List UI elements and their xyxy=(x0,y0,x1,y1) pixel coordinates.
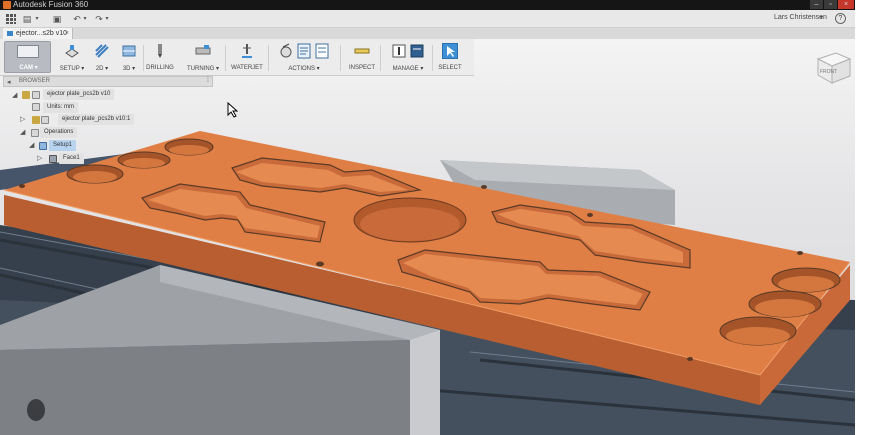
tree-node-component[interactable]: ejector plate_pcs2b v10:1 xyxy=(58,114,135,125)
component-icon xyxy=(41,116,49,124)
expand-setup-icon[interactable]: ◢ xyxy=(29,140,34,151)
graphics-viewport[interactable] xyxy=(0,39,855,435)
view-cube-front-label: FRONT xyxy=(820,69,837,75)
file-menu-icon[interactable]: ▤ xyxy=(22,14,32,24)
vise-jaw-front-side xyxy=(0,340,410,435)
drilling-button[interactable]: DRILLING xyxy=(146,43,174,75)
simulate-icon xyxy=(280,43,292,58)
vise-jaw-front-end xyxy=(410,330,440,435)
close-tab-icon[interactable]: × xyxy=(65,28,69,39)
expand-operations-icon[interactable]: ◢ xyxy=(20,127,25,138)
save-icon[interactable]: ▣ xyxy=(52,14,62,24)
inspect-measure-icon xyxy=(354,48,370,54)
drilling-icon xyxy=(158,44,162,58)
document-tab[interactable]: ejector...s2b v10 × xyxy=(3,28,73,39)
browser-panel-header[interactable]: ◂ BROWSER ⁞ xyxy=(3,76,213,87)
document-node-icon xyxy=(32,91,40,99)
cam-toolbar: CAM ▾ SETUP ▾ 2D ▾ 3D ▾ DRILLING TURNING… xyxy=(0,39,474,76)
vise-bolt-hole xyxy=(27,399,45,421)
browser-pin-icon[interactable]: ⁞ xyxy=(207,77,209,84)
waterjet-icon xyxy=(242,44,252,58)
post-process-icon xyxy=(297,43,311,59)
2d-label: 2D xyxy=(95,66,104,72)
tree-node-units[interactable]: Units: mm xyxy=(43,102,78,113)
actions-button[interactable]: ACTIONS ▾ xyxy=(276,43,332,75)
inspect-button[interactable]: INSPECT xyxy=(349,43,375,75)
actions-icons xyxy=(276,43,332,59)
3d-label: 3D xyxy=(122,66,131,72)
tree-node-root[interactable]: ejector plate_pcs2b v10 xyxy=(43,89,115,100)
browser-title: BROWSER xyxy=(19,78,51,84)
units-icon xyxy=(32,103,40,111)
right-margin xyxy=(855,0,888,435)
document-tab-label: ejector...s2b v10 xyxy=(16,30,67,37)
waterjet-label: WATERJET xyxy=(231,65,263,71)
expand-root-icon[interactable]: ◢ xyxy=(12,90,17,101)
close-window-button[interactable]: × xyxy=(838,0,854,9)
title-bar: Autodesk Fusion 360 – ▫ × xyxy=(0,0,888,10)
window-title: Autodesk Fusion 360 xyxy=(13,0,89,9)
select-button[interactable]: SELECT xyxy=(438,43,462,75)
browser-collapse-icon[interactable]: ◂ xyxy=(7,78,11,86)
turning-icon xyxy=(195,45,211,55)
visibility-bulb-icon[interactable] xyxy=(22,91,30,99)
center-hole-inner xyxy=(360,207,460,241)
tree-node-setup[interactable]: Setup1 xyxy=(49,140,77,151)
redo-caret-icon[interactable]: ▾ xyxy=(102,14,112,24)
document-tab-bar: ejector...s2b v10 × xyxy=(0,28,855,39)
actions-label: ACTIONS xyxy=(288,66,315,72)
turning-label: TURNING xyxy=(186,66,215,72)
help-icon[interactable]: ? xyxy=(835,13,846,24)
expand-face-icon[interactable]: ▷ xyxy=(37,153,42,164)
tree-node-operations[interactable]: Operations xyxy=(40,127,78,138)
maximize-button[interactable]: ▫ xyxy=(824,0,837,9)
user-menu-caret-icon[interactable]: ▾ xyxy=(820,14,823,21)
file-menu-caret-icon[interactable]: ▾ xyxy=(32,14,42,24)
template-library-icon xyxy=(410,44,424,58)
quick-access-bar: ▤ ▾ ▣ ↶ ▾ ↷ ▾ Lars Christensen ▾ ? xyxy=(0,10,855,28)
waterjet-button[interactable]: WATERJET xyxy=(231,43,263,75)
tool-library-icon xyxy=(392,44,406,58)
expand-component-icon[interactable]: ▷ xyxy=(20,114,25,125)
setup-sheet-icon xyxy=(315,43,329,59)
component-visibility-icon[interactable] xyxy=(32,116,40,124)
operations-folder-icon xyxy=(31,129,39,137)
view-cube[interactable]: FRONT xyxy=(812,47,852,85)
undo-caret-icon[interactable]: ▾ xyxy=(80,14,90,24)
tree-node-face[interactable]: Face1 xyxy=(59,153,84,164)
cam-workspace-icon xyxy=(17,45,39,58)
3d-button[interactable]: 3D ▾ xyxy=(119,43,139,75)
select-arrow-icon xyxy=(442,43,458,59)
machining-scene xyxy=(0,131,855,435)
document-icon xyxy=(7,31,13,36)
workspace-switcher[interactable]: CAM ▾ xyxy=(4,41,51,73)
data-panel-grid-icon[interactable] xyxy=(6,14,16,24)
setup-icon xyxy=(65,45,79,58)
3d-milling-icon xyxy=(122,45,136,57)
setup-button[interactable]: SETUP ▾ xyxy=(59,43,84,75)
turning-button[interactable]: TURNING ▾ xyxy=(187,43,219,75)
drilling-label: DRILLING xyxy=(146,65,174,71)
minimize-button[interactable]: – xyxy=(810,0,823,9)
2d-milling-icon xyxy=(95,44,109,58)
fusion-app-icon xyxy=(3,1,11,9)
window-controls: – ▫ × xyxy=(810,0,854,10)
face-operation-icon xyxy=(49,155,57,163)
manage-button[interactable]: MANAGE ▾ xyxy=(388,43,428,75)
manage-label: MANAGE xyxy=(392,66,419,72)
mouse-cursor-icon xyxy=(227,102,239,118)
setup-label: SETUP xyxy=(59,66,80,72)
workspace-label: CAM ▾ xyxy=(19,65,38,71)
user-name[interactable]: Lars Christensen xyxy=(774,14,827,21)
setup-node-icon xyxy=(39,142,47,150)
select-label: SELECT xyxy=(438,65,462,71)
manage-icons xyxy=(388,43,428,59)
